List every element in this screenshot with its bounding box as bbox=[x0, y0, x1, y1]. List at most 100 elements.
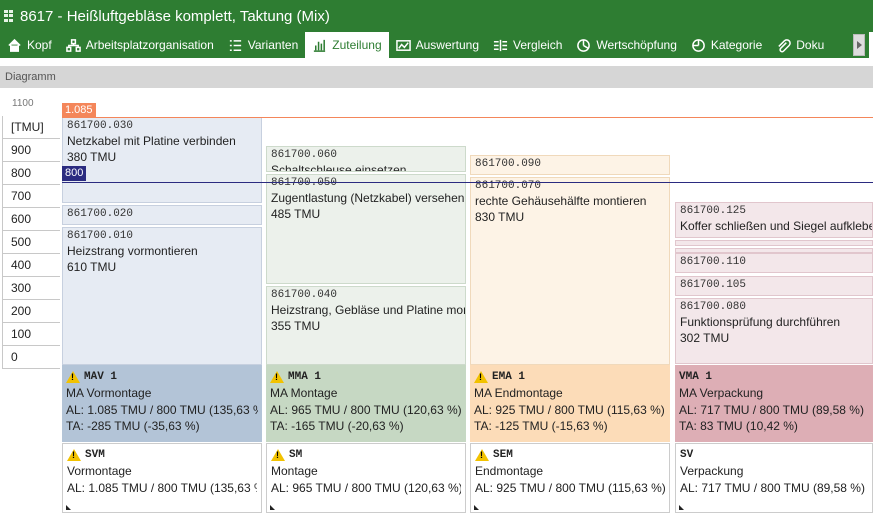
group-al: AL: 717 TMU / 800 TMU (89,58 %) bbox=[680, 480, 865, 495]
upper-limit-line bbox=[62, 117, 873, 118]
station-column-vma: 861700.125 Koffer schließen und Siegel a… bbox=[675, 202, 873, 513]
group-code: SEM bbox=[493, 449, 513, 461]
task-id: 861700.040 bbox=[271, 289, 338, 301]
expand-corner-icon[interactable] bbox=[474, 505, 479, 510]
task-id: 861700.030 bbox=[67, 120, 134, 132]
task-block[interactable]: 861700.080 Funktionsprüfung durchführen … bbox=[675, 298, 873, 364]
station-code: VMA 1 bbox=[679, 371, 713, 383]
group-name: Montage bbox=[271, 464, 318, 478]
task-divider-block[interactable] bbox=[675, 240, 873, 246]
toolbar-edge bbox=[869, 32, 873, 58]
task-block[interactable]: 861700.125 Koffer schließen und Siegel a… bbox=[675, 202, 873, 238]
group-header: SV bbox=[680, 447, 868, 463]
station-header: MMA 1 bbox=[270, 369, 462, 385]
tab-doku[interactable]: Doku bbox=[769, 32, 831, 58]
tab-zuteilung[interactable]: Zuteilung bbox=[305, 32, 389, 58]
pie-icon bbox=[692, 38, 705, 52]
home-icon bbox=[8, 38, 21, 52]
warning-icon bbox=[475, 449, 489, 461]
station-footer[interactable]: MMA 1 MA Montage AL: 965 TMU / 800 TMU (… bbox=[266, 365, 466, 442]
group-header: SEM bbox=[475, 447, 665, 463]
tab-label: Auswertung bbox=[415, 38, 479, 52]
station-column-mav: 861700.030 Netzkabel mit Platine verbind… bbox=[62, 117, 262, 513]
station-al: AL: 1.085 TMU / 800 TMU (135,63 %) bbox=[66, 402, 258, 417]
toolbar-scroll-right-button[interactable] bbox=[853, 34, 865, 56]
window-title: 8617 - Heißluftgebläse komplett, Taktung… bbox=[20, 7, 330, 25]
station-group-box[interactable]: SM Montage AL: 965 TMU / 800 TMU (120,63… bbox=[266, 443, 466, 513]
task-description: Schaltschleuse einsetzen bbox=[271, 163, 407, 172]
task-description: Funktionsprüfung durchführen bbox=[680, 315, 841, 329]
station-ta: TA: 83 TMU (10,42 %) bbox=[679, 419, 798, 433]
tab-arbeitsplatzorganisation[interactable]: Arbeitsplatzorganisation bbox=[59, 32, 221, 58]
task-block[interactable]: 861700.105 bbox=[675, 276, 873, 296]
task-block[interactable]: 861700.050 Zugentlastung (Netzkabel) ver… bbox=[266, 174, 466, 284]
task-description: rechte Gehäusehälfte montieren bbox=[475, 194, 647, 208]
tmu-axis: [TMU] 900 800 700 600 500 400 300 200 10… bbox=[2, 116, 60, 369]
task-id: 861700.105 bbox=[680, 279, 747, 291]
station-group-box[interactable]: SVM Vormontage AL: 1.085 TMU / 800 TMU (… bbox=[62, 443, 262, 513]
tab-label: Varianten bbox=[247, 38, 299, 52]
task-block[interactable]: 861700.010 Heizstrang vormontieren 610 T… bbox=[62, 227, 262, 365]
tab-kopf[interactable]: Kopf bbox=[0, 32, 59, 58]
upper-limit-label: 1.085 bbox=[62, 103, 96, 117]
task-block[interactable]: 861700.030 Netzkabel mit Platine verbind… bbox=[62, 117, 262, 203]
app-grid-icon bbox=[4, 10, 14, 22]
expand-corner-icon[interactable] bbox=[270, 505, 275, 510]
task-tmu: 355 TMU bbox=[271, 319, 321, 333]
tab-kategorie[interactable]: Kategorie bbox=[684, 32, 769, 58]
task-description: Zugentlastung (Netzkabel) versehen bbox=[271, 191, 465, 205]
station-group-box[interactable]: SV Verpackung AL: 717 TMU / 800 TMU (89,… bbox=[675, 443, 873, 513]
station-header: MAV 1 bbox=[66, 369, 258, 385]
pie-icon bbox=[577, 38, 591, 52]
station-ta: TA: -285 TMU (-35,63 %) bbox=[66, 419, 200, 433]
tab-label: Kopf bbox=[27, 38, 52, 52]
task-id: 861700.125 bbox=[680, 205, 747, 217]
tab-label: Doku bbox=[796, 38, 825, 52]
task-description: Netzkabel mit Platine verbinden bbox=[67, 134, 236, 148]
tab-label: Kategorie bbox=[710, 38, 763, 52]
takt-time-line[interactable] bbox=[62, 182, 873, 183]
axis-tick: 900 bbox=[2, 139, 60, 162]
warning-icon bbox=[66, 371, 80, 383]
group-al: AL: 1.085 TMU / 800 TMU (135,63 %) bbox=[67, 480, 257, 495]
compare-icon bbox=[493, 39, 508, 51]
station-footer[interactable]: VMA 1 MA Verpackung AL: 717 TMU / 800 TM… bbox=[675, 365, 873, 442]
station-ta: TA: -165 TMU (-20,63 %) bbox=[270, 419, 404, 433]
task-id: 861700.070 bbox=[475, 180, 542, 192]
task-block[interactable]: 861700.060 Schaltschleuse einsetzen bbox=[266, 146, 466, 172]
tab-auswertung[interactable]: Auswertung bbox=[389, 32, 486, 58]
axis-tick: 100 bbox=[2, 323, 60, 346]
list-icon bbox=[229, 39, 241, 51]
tab-varianten[interactable]: Varianten bbox=[221, 32, 305, 58]
group-header: SVM bbox=[67, 447, 257, 463]
task-block[interactable]: 861700.040 Heizstrang, Gebläse und Plati… bbox=[266, 286, 466, 365]
station-ta: TA: -125 TMU (-15,63 %) bbox=[474, 419, 608, 433]
org-icon bbox=[65, 38, 81, 52]
axis-tick: 800 bbox=[2, 162, 60, 185]
task-block[interactable]: 861700.070 rechte Gehäusehälfte montiere… bbox=[470, 177, 670, 365]
tab-label: Vergleich bbox=[513, 38, 563, 52]
task-id: 861700.080 bbox=[680, 301, 747, 313]
station-footer[interactable]: MAV 1 MA Vormontage AL: 1.085 TMU / 800 … bbox=[62, 365, 262, 442]
task-block[interactable]: 861700.020 bbox=[62, 205, 262, 225]
task-tmu: 610 TMU bbox=[67, 260, 117, 274]
station-al: AL: 925 TMU / 800 TMU (115,63 %) bbox=[474, 402, 665, 417]
task-block[interactable]: 861700.090 bbox=[470, 155, 670, 175]
axis-tick: 600 bbox=[2, 208, 60, 231]
task-id: 861700.020 bbox=[67, 208, 134, 220]
task-block[interactable]: 861700.110 bbox=[675, 253, 873, 273]
tab-wertschoepfung[interactable]: Wertschöpfung bbox=[569, 32, 684, 58]
task-tmu: 302 TMU bbox=[680, 331, 730, 345]
expand-corner-icon[interactable] bbox=[679, 505, 684, 510]
station-footer[interactable]: EMA 1 MA Endmontage AL: 925 TMU / 800 TM… bbox=[470, 365, 670, 442]
tab-vergleich[interactable]: Vergleich bbox=[486, 32, 569, 58]
group-code: SVM bbox=[85, 449, 105, 461]
group-code: SV bbox=[680, 449, 694, 461]
warning-icon bbox=[474, 371, 488, 383]
axis-tick: 700 bbox=[2, 185, 60, 208]
expand-corner-icon[interactable] bbox=[66, 505, 71, 510]
diagram-section-header: Diagramm bbox=[0, 66, 873, 88]
task-id: 861700.090 bbox=[475, 158, 542, 170]
axis-tick: 400 bbox=[2, 254, 60, 277]
station-group-box[interactable]: SEM Endmontage AL: 925 TMU / 800 TMU (11… bbox=[470, 443, 670, 513]
